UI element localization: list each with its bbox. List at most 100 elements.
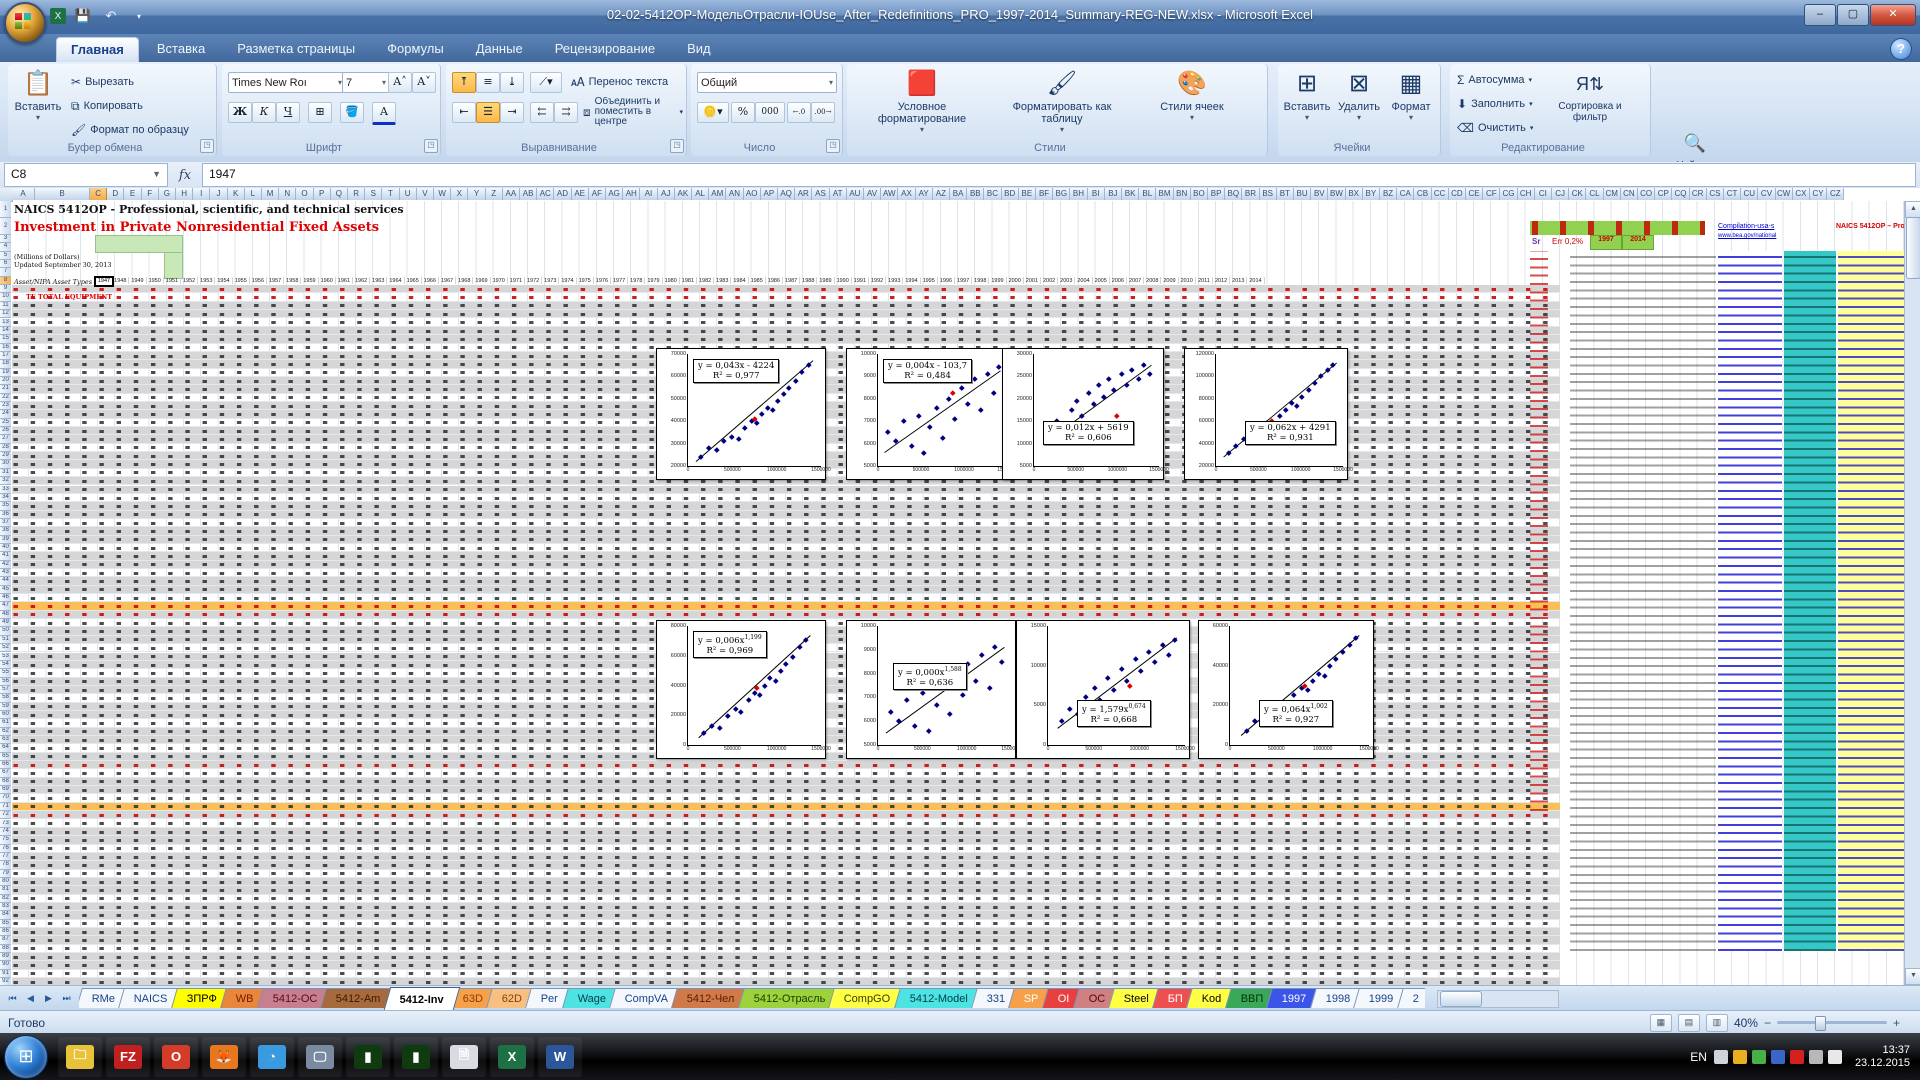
row-header-39[interactable]: 39 <box>0 536 11 544</box>
year-cell[interactable]: 1949 <box>129 277 146 285</box>
row-header-2[interactable]: 2 <box>0 218 11 235</box>
ribbon-tab-вид[interactable]: Вид <box>673 37 725 61</box>
year-cell[interactable]: 1954 <box>215 277 232 285</box>
orientation-icon[interactable]: ⟋▾ <box>530 72 562 93</box>
selected-cell-C8[interactable]: 1947 <box>94 276 114 287</box>
year-cell[interactable]: 1969 <box>473 277 490 285</box>
font-dialog-launcher[interactable]: ◳ <box>424 139 438 153</box>
row-header-64[interactable]: 64 <box>0 744 11 752</box>
row-header-4[interactable]: 4 <box>0 243 11 251</box>
column-header-AK[interactable]: AK <box>675 188 692 200</box>
year-cell[interactable]: 1955 <box>233 277 250 285</box>
row-header-76[interactable]: 76 <box>0 845 11 853</box>
year-cell[interactable]: 2013 <box>1230 277 1247 285</box>
year-cell[interactable]: 1963 <box>370 277 387 285</box>
year-cell[interactable]: 1952 <box>181 277 198 285</box>
scroll-up-icon[interactable]: ▲ <box>1905 201 1920 218</box>
zoom-slider[interactable] <box>1777 1021 1887 1024</box>
number-dialog-launcher[interactable]: ◳ <box>826 139 840 153</box>
year-cell[interactable]: 1968 <box>456 277 473 285</box>
trendline-equation[interactable]: y = 0,004x - 103,7R² = 0,484 <box>883 359 972 383</box>
row-header-53[interactable]: 53 <box>0 653 11 661</box>
column-header-AI[interactable]: AI <box>640 188 657 200</box>
row-header-46[interactable]: 46 <box>0 594 11 602</box>
row-header-21[interactable]: 21 <box>0 385 11 393</box>
column-header-CX[interactable]: CX <box>1793 188 1810 200</box>
year-cell[interactable]: 1996 <box>938 277 955 285</box>
italic-button[interactable]: К <box>252 102 276 123</box>
console-2-icon[interactable]: ▮ <box>394 1037 438 1077</box>
row-header-13[interactable]: 13 <box>0 319 11 327</box>
scatter-chart-3[interactable]: 3000025000200001500010000500005000001000… <box>1002 348 1164 480</box>
row-header-63[interactable]: 63 <box>0 736 11 744</box>
year-cell[interactable]: 1964 <box>387 277 404 285</box>
row-header-33[interactable]: 33 <box>0 486 11 494</box>
column-header-BP[interactable]: BP <box>1208 188 1225 200</box>
year-cell[interactable]: 1986 <box>766 277 783 285</box>
trendline-equation[interactable]: y = 0,006x1,199R² = 0,969 <box>693 631 767 658</box>
row-header-84[interactable]: 84 <box>0 911 11 919</box>
row-header-80[interactable]: 80 <box>0 878 11 886</box>
row-header-25[interactable]: 25 <box>0 419 11 427</box>
column-header-Q[interactable]: Q <box>331 188 348 200</box>
year-cell[interactable]: 1981 <box>680 277 697 285</box>
column-header-AD[interactable]: AD <box>554 188 571 200</box>
notepad-icon[interactable]: 🗎 <box>442 1037 486 1077</box>
column-header-BJ[interactable]: BJ <box>1105 188 1122 200</box>
column-header-AW[interactable]: AW <box>881 188 898 200</box>
year-cell[interactable]: 1999 <box>989 277 1006 285</box>
column-header-BY[interactable]: BY <box>1363 188 1380 200</box>
row-header-19[interactable]: 19 <box>0 369 11 377</box>
column-header-H[interactable]: H <box>176 188 193 200</box>
year-cell[interactable]: 1972 <box>525 277 542 285</box>
year-cell[interactable]: 1987 <box>783 277 800 285</box>
year-cell[interactable]: 1988 <box>800 277 817 285</box>
column-header-R[interactable]: R <box>348 188 365 200</box>
tray-icon-4[interactable] <box>1771 1050 1785 1064</box>
column-header-P[interactable]: P <box>314 188 331 200</box>
year-cell[interactable]: 2002 <box>1041 277 1058 285</box>
year-cell[interactable]: 2003 <box>1058 277 1075 285</box>
column-header-BM[interactable]: BM <box>1156 188 1173 200</box>
column-header-CG[interactable]: CG <box>1500 188 1517 200</box>
trendline-equation[interactable]: y = 0,000x1,588R² = 0,636 <box>893 663 967 690</box>
row-header-23[interactable]: 23 <box>0 402 11 410</box>
year-cell[interactable]: 1978 <box>628 277 645 285</box>
column-header-BI[interactable]: BI <box>1088 188 1105 200</box>
year-cell[interactable]: 1997 <box>955 277 972 285</box>
column-header-BS[interactable]: BS <box>1260 188 1277 200</box>
year-cell[interactable]: 1982 <box>697 277 714 285</box>
row-headers[interactable]: 1234567891011121314151617181920212223242… <box>0 201 12 985</box>
column-header-AS[interactable]: AS <box>812 188 829 200</box>
excel-icon[interactable]: X <box>490 1037 534 1077</box>
row-header-10[interactable]: 10 <box>0 293 11 301</box>
column-header-AG[interactable]: AG <box>606 188 623 200</box>
row-header-3[interactable]: 3 <box>0 235 11 243</box>
copy-button[interactable]: ⧉Копировать <box>68 96 146 116</box>
decrease-decimal-icon[interactable]: .00→ <box>811 102 835 123</box>
column-header-CQ[interactable]: CQ <box>1672 188 1689 200</box>
column-header-CZ[interactable]: CZ <box>1827 188 1844 200</box>
accounting-format-icon[interactable]: 🪙▾ <box>697 102 729 123</box>
align-middle-icon[interactable]: ≡ <box>476 72 500 93</box>
align-center-icon[interactable]: ☰ <box>476 102 500 123</box>
row-header-24[interactable]: 24 <box>0 410 11 418</box>
insert-cells-button[interactable]: ⊞ Вставить▾ <box>1282 67 1332 137</box>
row-header-37[interactable]: 37 <box>0 519 11 527</box>
clear-button[interactable]: ⌫Очистить▾ <box>1454 118 1536 138</box>
row-header-58[interactable]: 58 <box>0 694 11 702</box>
year-cell[interactable]: 2010 <box>1179 277 1196 285</box>
column-header-BG[interactable]: BG <box>1053 188 1070 200</box>
scatter-chart-4[interactable]: 1200001000008000060000400002000005000001… <box>1184 348 1348 480</box>
font-color-icon[interactable]: A <box>372 102 396 125</box>
scroll-down-icon[interactable]: ▼ <box>1905 968 1920 985</box>
year-cell[interactable]: 1994 <box>903 277 920 285</box>
row-header-86[interactable]: 86 <box>0 928 11 936</box>
year-cell[interactable]: 1953 <box>198 277 215 285</box>
row-header-1[interactable]: 1 <box>0 201 11 218</box>
year-cell[interactable]: 1980 <box>663 277 680 285</box>
row-header-74[interactable]: 74 <box>0 828 11 836</box>
worksheet[interactable]: ABCDEFGHIJKLMNOPQRSTUVWXYZAAABACADAEAFAG… <box>0 188 1920 985</box>
column-header-CN[interactable]: CN <box>1621 188 1638 200</box>
first-sheet-icon[interactable]: ⏮ <box>4 990 21 1006</box>
